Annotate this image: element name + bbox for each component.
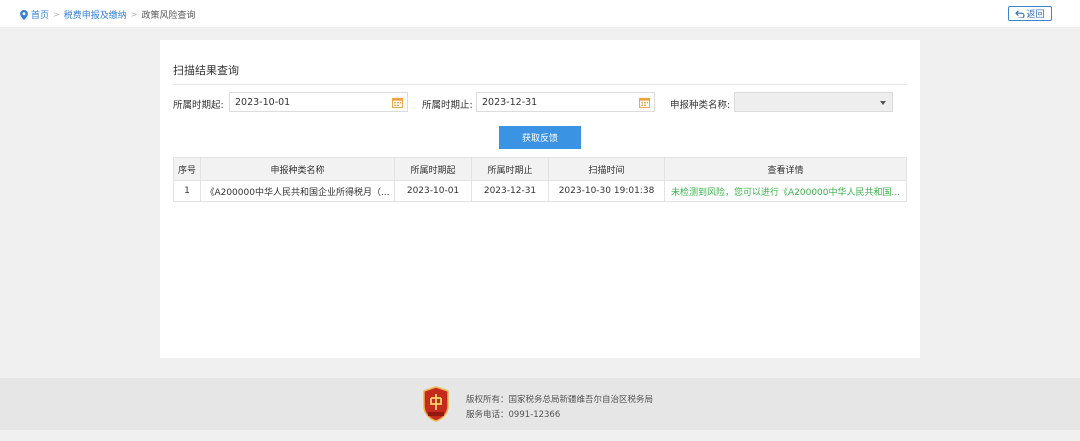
table-header-row: 序号 申报种类名称 所属时期起 所属时期止 扫描时间 查看详情 (173, 157, 907, 181)
column-header-details: 查看详情 (664, 157, 907, 181)
cell-start-period: 2023-10-01 (394, 180, 472, 202)
end-period-value: 2023-12-31 (482, 96, 538, 108)
top-bar: 首页 > 税费申报及缴纳 > 政策风险查询 返回 (0, 0, 1080, 27)
location-pin-icon (20, 9, 28, 20)
footer-phone: 服务电话：0991-12366 (466, 410, 561, 420)
cell-index: 1 (173, 180, 201, 202)
breadcrumb: 首页 > 税费申报及缴纳 > 政策风险查询 (20, 8, 195, 21)
column-header-scan-time: 扫描时间 (548, 157, 665, 181)
column-header-start-period: 所属时期起 (394, 157, 472, 181)
breadcrumb-tax-filing-link[interactable]: 税费申报及缴纳 (64, 8, 127, 21)
end-period-input[interactable]: 2023-12-31 (476, 92, 655, 112)
column-header-declaration-type: 申报种类名称 (200, 157, 395, 181)
calendar-icon[interactable] (639, 97, 650, 108)
footer-copyright: 版权所有：国家税务总局新疆维吾尔自治区税务局 (466, 395, 654, 405)
footer: 版权所有：国家税务总局新疆维吾尔自治区税务局 服务电话：0991-12366 (0, 378, 1080, 430)
panel-title: 扫描结果查询 (173, 64, 239, 77)
start-period-label: 所属时期起: (173, 100, 224, 111)
table-row[interactable]: 1 《A200000中华人民共和国企业所得税月（... 2023-10-01 2… (173, 180, 907, 202)
back-button-label: 返回 (1026, 10, 1045, 20)
back-button[interactable]: 返回 (1008, 6, 1052, 21)
column-header-index: 序号 (173, 157, 201, 181)
breadcrumb-separator: > (130, 10, 138, 19)
breadcrumb-separator: > (53, 10, 60, 19)
breadcrumb-current: 政策风险查询 (141, 11, 196, 21)
declaration-type-label: 申报种类名称: (670, 100, 731, 111)
calendar-icon[interactable] (392, 97, 403, 108)
cell-scan-time: 2023-10-30 19:01:38 (548, 180, 665, 202)
chevron-down-icon (880, 101, 886, 105)
column-header-end-period: 所属时期止 (471, 157, 549, 181)
declaration-type-select[interactable] (734, 92, 893, 112)
scan-result-panel: 扫描结果查询 所属时期起: 2023-10-01 所属时期止: 2023-12-… (160, 40, 920, 358)
cell-detail-link[interactable]: 未检测到风险，您可以进行《A200000中华人民共和国... (664, 180, 907, 202)
start-period-value: 2023-10-01 (235, 96, 291, 108)
start-period-input[interactable]: 2023-10-01 (229, 92, 408, 112)
panel-divider (173, 84, 907, 85)
breadcrumb-home-link[interactable]: 首页 (31, 8, 49, 21)
fetch-feedback-button[interactable]: 获取反馈 (499, 126, 581, 149)
return-arrow-icon (1015, 9, 1026, 18)
cell-end-period: 2023-12-31 (471, 180, 549, 202)
scan-result-table: 序号 申报种类名称 所属时期起 所属时期止 扫描时间 查看详情 1 《A2000… (173, 157, 907, 202)
end-period-label: 所属时期止: (422, 100, 473, 111)
cell-declaration-type: 《A200000中华人民共和国企业所得税月（... (200, 180, 395, 202)
tax-bureau-emblem-icon (423, 386, 449, 422)
